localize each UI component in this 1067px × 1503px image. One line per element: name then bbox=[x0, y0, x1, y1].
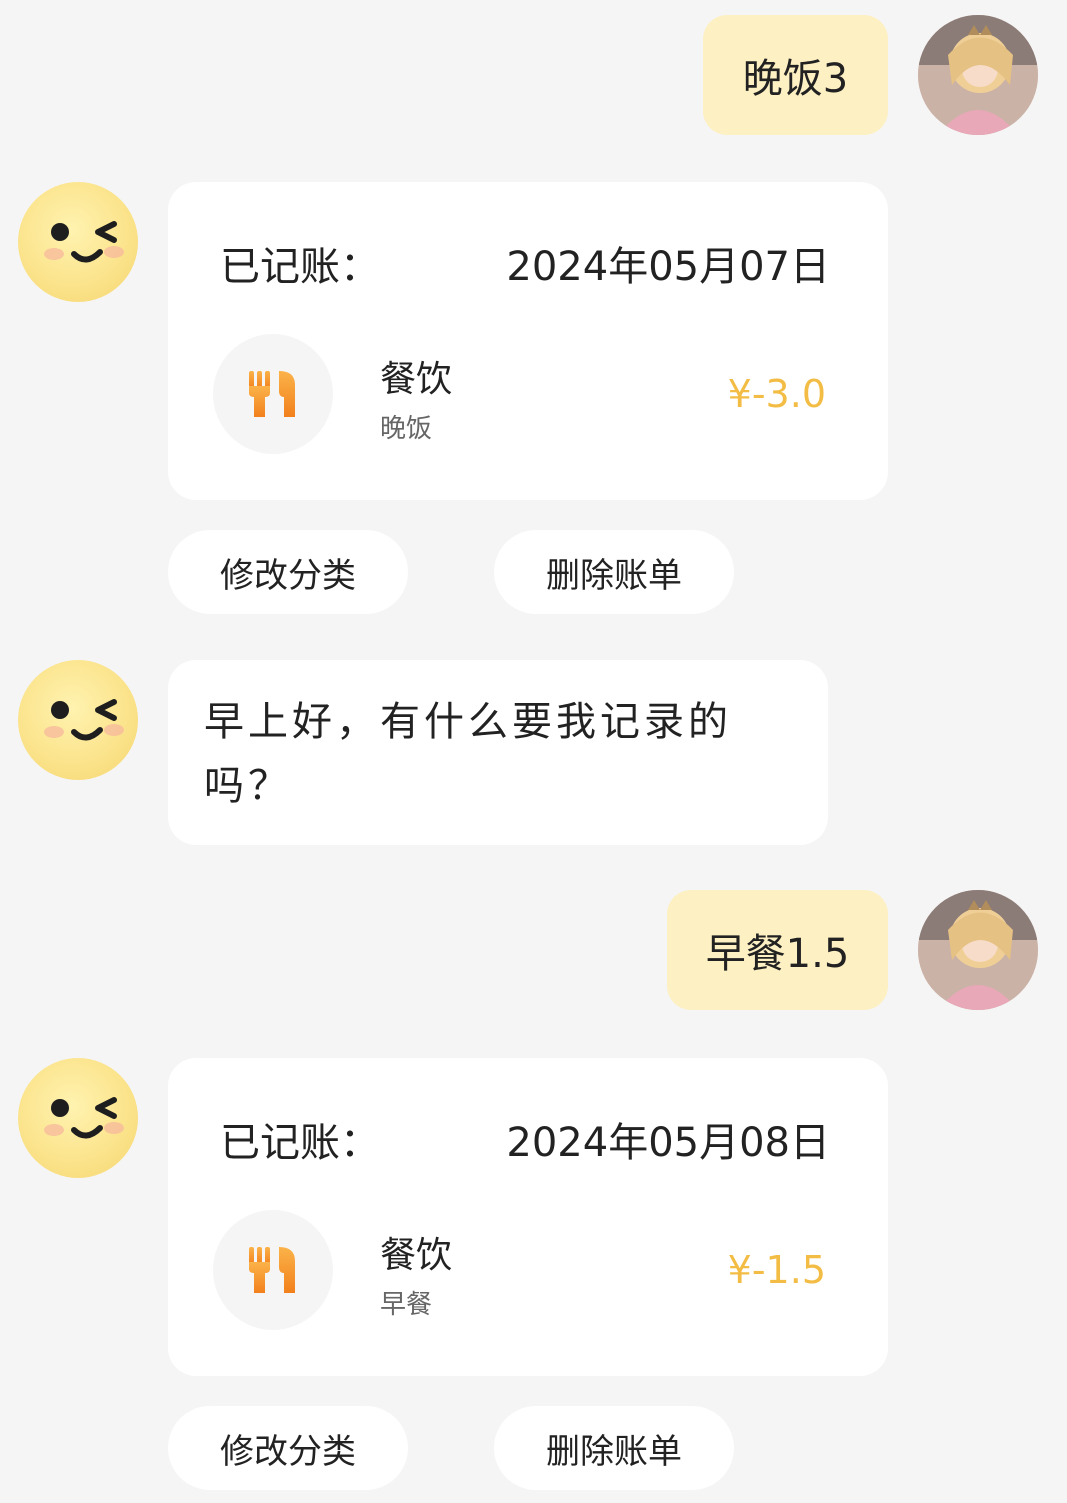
category-note: 早餐 bbox=[380, 1290, 433, 1320]
bill-amount: ¥-3.0 bbox=[727, 372, 826, 416]
fork-knife-icon bbox=[249, 371, 295, 417]
recorded-label: 已记账： bbox=[220, 244, 380, 290]
bot-greeting-bubble: 早上好，有什么要我记录的吗？ bbox=[168, 660, 828, 845]
bill-record-card[interactable]: 已记账： 2024年05月07日 餐饮 晚饭 ¥-3.0 bbox=[168, 182, 888, 500]
user-avatar-image bbox=[918, 15, 1038, 135]
user-message-text: 晚饭3 bbox=[742, 56, 849, 102]
user-avatar-image bbox=[918, 890, 1038, 1010]
category-name: 餐饮 bbox=[380, 1235, 453, 1276]
bot-greeting-text: 早上好，有什么要我记录的吗？ bbox=[204, 699, 732, 809]
bot-avatar bbox=[18, 1058, 138, 1178]
delete-bill-button[interactable]: 删除账单 bbox=[494, 530, 734, 614]
edit-category-button[interactable]: 修改分类 bbox=[168, 530, 408, 614]
record-date: 2024年05月08日 bbox=[506, 1120, 830, 1166]
bill-record-card[interactable]: 已记账： 2024年05月08日 餐饮 早餐 ¥-1.5 bbox=[168, 1058, 888, 1376]
category-note: 晚饭 bbox=[380, 414, 433, 444]
bot-avatar bbox=[18, 182, 138, 302]
bill-amount: ¥-1.5 bbox=[727, 1248, 826, 1292]
user-message-text: 早餐1.5 bbox=[705, 931, 850, 977]
user-avatar[interactable] bbox=[918, 890, 1038, 1010]
edit-category-button[interactable]: 修改分类 bbox=[168, 1406, 408, 1490]
fork-knife-icon bbox=[249, 1247, 295, 1293]
delete-bill-button[interactable]: 删除账单 bbox=[494, 1406, 734, 1490]
bot-avatar bbox=[18, 660, 138, 780]
user-avatar[interactable] bbox=[918, 15, 1038, 135]
wink-face-icon bbox=[44, 1097, 124, 1139]
recorded-label: 已记账： bbox=[220, 1120, 380, 1166]
wink-face-icon bbox=[44, 221, 124, 263]
record-date: 2024年05月07日 bbox=[506, 244, 830, 290]
category-icon-wrap bbox=[213, 1210, 333, 1330]
category-name: 餐饮 bbox=[380, 359, 453, 400]
category-icon-wrap bbox=[213, 334, 333, 454]
user-message-bubble: 早餐1.5 bbox=[667, 890, 888, 1010]
wink-face-icon bbox=[44, 699, 124, 741]
user-message-bubble: 晚饭3 bbox=[703, 15, 888, 135]
